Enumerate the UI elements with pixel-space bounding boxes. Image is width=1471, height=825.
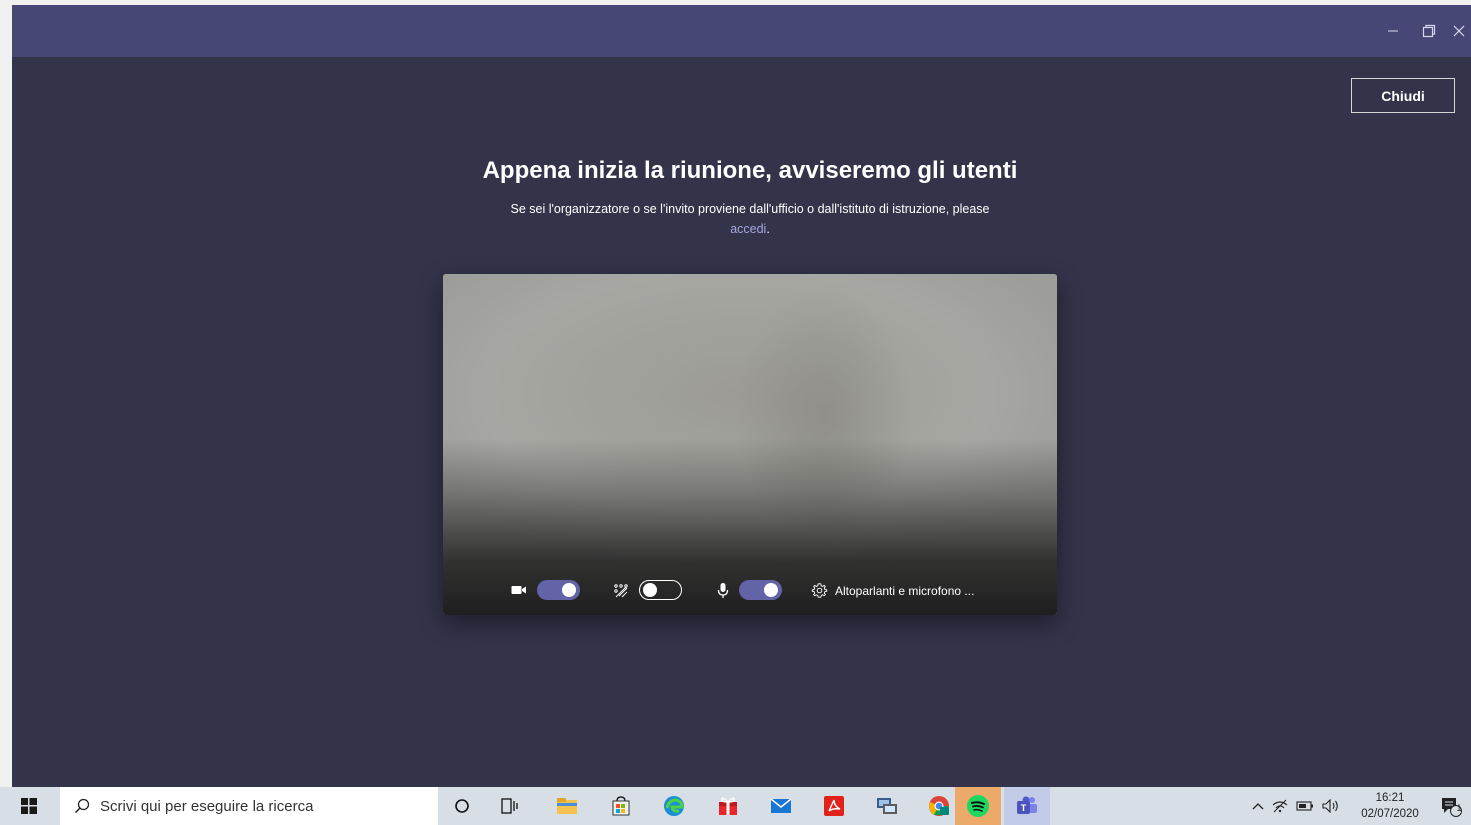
subtitle-period: . — [766, 222, 770, 236]
device-settings-button[interactable]: Altoparlanti e microfono ... — [811, 582, 974, 599]
close-icon[interactable] — [1447, 5, 1471, 57]
background-blur-icon — [613, 583, 629, 599]
clock-time: 16:21 — [1375, 792, 1405, 804]
camera-icon — [511, 584, 527, 596]
microsoft-store-icon[interactable] — [600, 787, 642, 825]
wifi-icon[interactable] — [1272, 799, 1288, 813]
restore-icon[interactable] — [1411, 5, 1447, 57]
toggle-knob — [643, 583, 657, 597]
minimize-icon[interactable] — [1375, 5, 1411, 57]
page-title: Appena inizia la riunione, avviseremo gl… — [482, 157, 1018, 184]
close-button[interactable]: Chiudi — [1351, 78, 1455, 113]
window-controls — [1375, 5, 1471, 57]
microphone-icon — [717, 582, 729, 600]
windows-taskbar: Scrivi qui per eseguire la ricerca T 16:… — [0, 787, 1471, 825]
windows-logo-icon — [21, 798, 37, 814]
windows-start-button[interactable] — [0, 787, 58, 825]
taskbar-clock[interactable]: 16:21 02/07/2020 — [1357, 790, 1423, 822]
device-controls: Altoparlanti e microfono ... — [443, 579, 1057, 605]
blur-toggle[interactable] — [639, 580, 682, 600]
chevron-up-icon[interactable] — [1252, 802, 1264, 810]
gift-app-icon[interactable] — [707, 787, 749, 825]
page-subtitle: Se sei l'organizzatore o se l'invito pro… — [448, 199, 1052, 239]
search-icon — [74, 798, 90, 814]
cortana-icon[interactable] — [441, 787, 483, 825]
toggle-knob — [764, 583, 778, 597]
taskbar-search-box[interactable]: Scrivi qui per eseguire la ricerca — [60, 787, 438, 825]
svg-text:T: T — [1021, 803, 1027, 813]
file-explorer-icon[interactable] — [546, 787, 588, 825]
subtitle-text: Se sei l'organizzatore o se l'invito pro… — [510, 202, 990, 216]
title-bar — [12, 5, 1471, 57]
volume-icon[interactable] — [1322, 799, 1340, 813]
camera-toggle[interactable] — [537, 580, 580, 600]
system-tray — [1252, 787, 1340, 825]
search-placeholder: Scrivi qui per eseguire la ricerca — [100, 797, 314, 815]
clock-date: 02/07/2020 — [1361, 808, 1419, 820]
battery-icon[interactable] — [1296, 800, 1314, 812]
action-center-icon[interactable]: 1 — [1430, 787, 1471, 825]
chrome-meet-icon[interactable] — [918, 787, 960, 825]
remote-desktop-icon[interactable] — [866, 787, 908, 825]
edge-browser-icon[interactable] — [653, 787, 695, 825]
toggle-knob — [562, 583, 576, 597]
task-view-icon[interactable] — [489, 787, 531, 825]
signin-link[interactable]: accedi — [730, 222, 766, 236]
meeting-lobby: Chiudi Appena inizia la riunione, avvise… — [12, 57, 1471, 787]
acrobat-reader-icon[interactable] — [813, 787, 855, 825]
microsoft-teams-icon[interactable]: T — [1004, 787, 1050, 825]
notification-count: 1 — [1456, 803, 1462, 813]
spotify-icon[interactable] — [955, 787, 1001, 825]
mail-icon[interactable] — [760, 787, 802, 825]
camera-preview: Altoparlanti e microfono ... — [443, 274, 1057, 615]
devices-label: Altoparlanti e microfono ... — [835, 583, 975, 598]
microphone-toggle[interactable] — [739, 580, 782, 600]
gear-icon — [811, 582, 828, 599]
